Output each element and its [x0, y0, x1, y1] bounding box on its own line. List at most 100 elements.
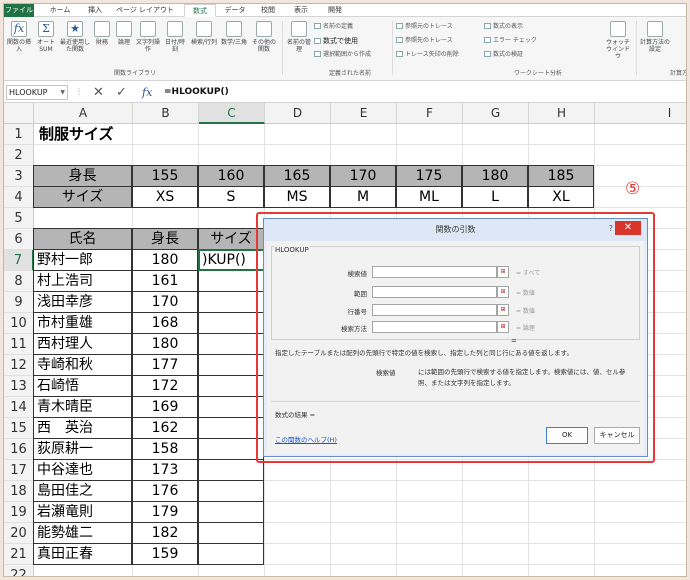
person-size[interactable] [198, 438, 264, 460]
evaluate-formula-button[interactable]: 数式の検証 [484, 51, 523, 59]
tab-data[interactable]: データ [220, 4, 250, 17]
help-link[interactable]: この関数のヘルプ(H) [275, 434, 337, 444]
column-header-c[interactable]: C [199, 103, 265, 124]
column-header-g[interactable]: G [463, 103, 529, 124]
calc-options-button[interactable]: 計算方法の設定 [640, 21, 670, 53]
tab-insert[interactable]: 挿入 [80, 4, 110, 17]
person-size[interactable] [198, 270, 264, 292]
person-size[interactable] [198, 459, 264, 481]
cancel-button[interactable]: キャンセル [594, 427, 640, 444]
datetime-button[interactable]: 日付/時刻 [162, 21, 188, 53]
define-name-button[interactable]: 名前の定義 [314, 23, 353, 31]
watch-window-button[interactable]: ウォッチ ウィンドウ [604, 21, 632, 60]
lookup-value-input[interactable] [372, 266, 497, 278]
ok-button[interactable]: OK [546, 427, 588, 444]
name-manager-button[interactable]: 名前の管理 [286, 21, 312, 53]
person-size[interactable] [198, 543, 264, 565]
person-size[interactable] [198, 333, 264, 355]
row-header-8[interactable]: 8 [4, 271, 34, 292]
recent-functions-button[interactable]: ★ 最近使用した関数 [60, 21, 90, 53]
ribbon-separator [282, 21, 283, 75]
range-input[interactable] [372, 286, 497, 298]
financial-button[interactable]: 財務 [92, 21, 112, 46]
range-select-icon[interactable]: ⊞ [497, 286, 509, 298]
row-header-21[interactable]: 21 [4, 544, 34, 565]
column-header-i[interactable]: I [595, 103, 686, 124]
tab-file[interactable]: ファイル [4, 4, 34, 17]
person-height: 173 [132, 459, 198, 481]
row-header-20[interactable]: 20 [4, 523, 34, 544]
row-header-7[interactable]: 7 [4, 250, 34, 271]
person-size[interactable] [198, 417, 264, 439]
person-size[interactable] [198, 354, 264, 376]
person-size[interactable] [198, 396, 264, 418]
row-header-16[interactable]: 16 [4, 439, 34, 460]
show-formulas-button[interactable]: 数式の表示 [484, 23, 523, 31]
column-header-h[interactable]: H [529, 103, 595, 124]
math-button[interactable]: 数学/三角 [220, 21, 248, 46]
row-header-15[interactable]: 15 [4, 418, 34, 439]
autosum-button[interactable]: Σ オート SUM [34, 21, 58, 53]
range-select-icon[interactable]: ⊞ [497, 304, 509, 316]
column-header-d[interactable]: D [265, 103, 331, 124]
match-type-input[interactable] [372, 321, 497, 333]
row-header-5[interactable]: 5 [4, 208, 34, 229]
column-header-e[interactable]: E [331, 103, 397, 124]
tab-review[interactable]: 校閲 [254, 4, 282, 17]
column-header-a[interactable]: A [34, 103, 133, 124]
chevron-down-icon[interactable]: ▼ [60, 86, 65, 99]
row-header-2[interactable]: 2 [4, 145, 34, 166]
row-header-19[interactable]: 19 [4, 502, 34, 523]
row-header-17[interactable]: 17 [4, 460, 34, 481]
lookup-button[interactable]: 検索/行列 [190, 21, 218, 46]
row-header-1[interactable]: 1 [4, 124, 34, 145]
tab-formulas[interactable]: 数式 [184, 4, 216, 17]
more-functions-button[interactable]: その他の関数 [250, 21, 278, 53]
row-header-3[interactable]: 3 [4, 166, 34, 187]
close-icon[interactable]: ✕ [615, 221, 641, 235]
active-cell-c7[interactable]: )KUP() [198, 249, 265, 271]
tab-developer[interactable]: 開発 [320, 4, 350, 17]
column-header-b[interactable]: B [133, 103, 199, 124]
help-icon[interactable]: ? [609, 219, 613, 239]
select-all-corner[interactable] [4, 103, 34, 124]
column-header-f[interactable]: F [397, 103, 463, 124]
remove-arrows-button[interactable]: トレース矢印の削除 [396, 51, 459, 59]
tab-home[interactable]: ホーム [44, 4, 76, 17]
row-header-6[interactable]: 6 [4, 229, 34, 250]
arg-result: = 論理 [516, 325, 535, 332]
row-header-4[interactable]: 4 [4, 187, 34, 208]
tab-page-layout[interactable]: ページ レイアウト [114, 4, 176, 17]
range-select-icon[interactable]: ⊞ [497, 321, 509, 333]
row-header-18[interactable]: 18 [4, 481, 34, 502]
trace-precedents-button[interactable]: 参照元のトレース [396, 23, 453, 31]
tab-view[interactable]: 表示 [286, 4, 316, 17]
row-header-12[interactable]: 12 [4, 355, 34, 376]
row-index-input[interactable] [372, 304, 497, 316]
insert-function-icon[interactable]: fx [142, 85, 152, 100]
use-in-formula-button[interactable]: 数式で使用 [314, 37, 358, 45]
enter-icon[interactable]: ✓ [116, 85, 127, 100]
row-header-10[interactable]: 10 [4, 313, 34, 334]
range-select-icon[interactable]: ⊞ [497, 266, 509, 278]
insert-function-button[interactable]: fx 関数の挿入 [6, 21, 32, 53]
logical-button[interactable]: 論理 [114, 21, 134, 46]
person-size[interactable] [198, 312, 264, 334]
row-header-11[interactable]: 11 [4, 334, 34, 355]
trace-dependents-button[interactable]: 参照先のトレース [396, 37, 453, 45]
text-button[interactable]: 文字列操作 [136, 21, 160, 53]
name-box[interactable]: HLOOKUP ▼ [6, 85, 68, 100]
row-header-14[interactable]: 14 [4, 397, 34, 418]
row-header-13[interactable]: 13 [4, 376, 34, 397]
person-size[interactable] [198, 291, 264, 313]
person-size[interactable] [198, 480, 264, 502]
create-from-selection-button[interactable]: 選択範囲から作成 [314, 51, 371, 59]
formula-input[interactable]: =HLOOKUP() [164, 85, 229, 100]
row-header-22[interactable]: 22 [4, 565, 34, 576]
person-size[interactable] [198, 522, 264, 544]
cancel-icon[interactable]: ✕ [93, 85, 104, 100]
person-size[interactable] [198, 501, 264, 523]
row-header-9[interactable]: 9 [4, 292, 34, 313]
person-size[interactable] [198, 375, 264, 397]
error-check-button[interactable]: エラー チェック [484, 37, 537, 45]
